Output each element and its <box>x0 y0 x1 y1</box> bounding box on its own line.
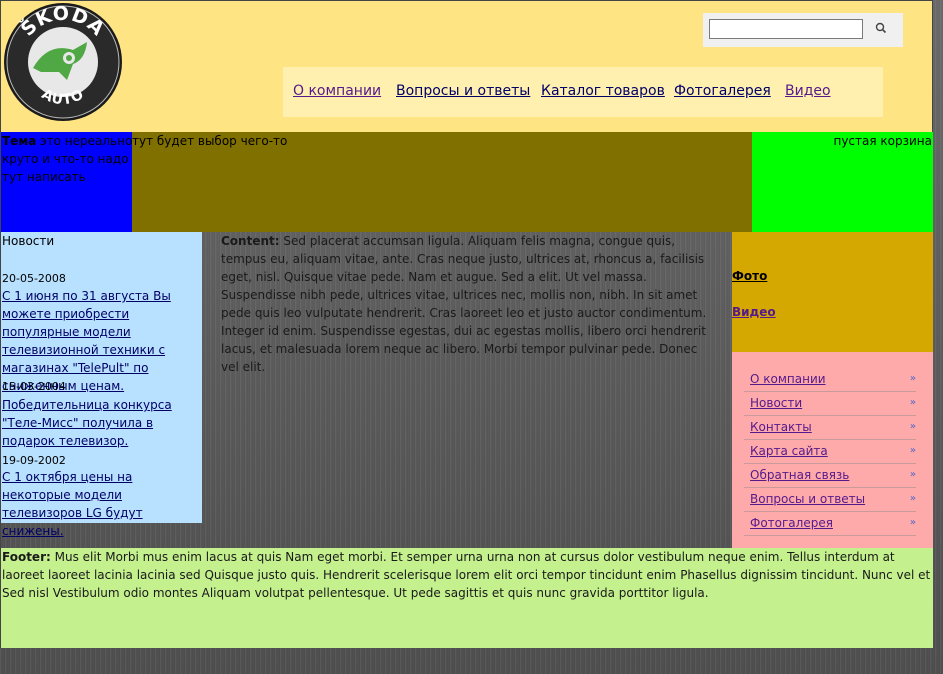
side-menu-label[interactable]: Фотогалерея <box>750 516 833 530</box>
news-link[interactable]: С 1 октября цены на некоторые модели тел… <box>2 468 202 540</box>
main-content: Content: Sed placerat accumsan ligula. A… <box>221 232 716 376</box>
news-link[interactable]: С 1 июня по 31 августа Вы можете приобре… <box>2 287 202 395</box>
side-menu-item-news[interactable]: Новости » <box>744 392 916 416</box>
chevron-right-icon: » <box>909 421 916 432</box>
news-date: 19-09-2002 <box>2 454 66 467</box>
nav-gallery[interactable]: Фотогалерея <box>674 83 771 99</box>
side-menu-label[interactable]: Обратная связь <box>750 468 849 482</box>
nav-about[interactable]: О компании <box>293 83 381 99</box>
selection-text: тут будет выбор чего-то <box>132 134 288 148</box>
nav-catalog[interactable]: Каталог товаров <box>541 83 665 99</box>
topic-block: Тема это нереально круто и что-то надо т… <box>1 132 132 232</box>
chevron-right-icon: » <box>909 493 916 504</box>
chevron-right-icon: » <box>909 373 916 384</box>
cart-area: пустая корзина <box>752 132 933 232</box>
search-input[interactable] <box>709 19 863 39</box>
side-menu-item-contacts[interactable]: Контакты » <box>744 416 916 440</box>
header: ŠKODA AUTO О компании Вопросы и ответы К… <box>1 1 932 132</box>
side-menu-label[interactable]: Карта сайта <box>750 444 828 458</box>
video-link[interactable]: Видео <box>732 305 776 319</box>
selection-area: тут будет выбор чего-то <box>132 132 752 232</box>
side-menu-label[interactable]: Контакты <box>750 420 812 434</box>
side-menu-item-sitemap[interactable]: Карта сайта » <box>744 440 916 464</box>
news-date: 15-03-2004 <box>2 380 66 393</box>
news-panel: Новости 20-05-2008 С 1 июня по 31 август… <box>1 232 202 538</box>
news-link[interactable]: Победительница конкурса "Теле-Мисс" полу… <box>2 396 202 450</box>
footer: Footer: Mus elit Morbi mus enim lacus at… <box>1 548 933 648</box>
news-title: Новости <box>2 234 55 248</box>
news-date: 20-05-2008 <box>2 272 66 285</box>
top-navigation: О компании Вопросы и ответы Каталог това… <box>283 67 883 117</box>
side-menu-item-feedback[interactable]: Обратная связь » <box>744 464 916 488</box>
media-links: Фото Видео <box>732 232 933 352</box>
cart-status: пустая корзина <box>833 134 932 148</box>
photo-link[interactable]: Фото <box>732 269 767 283</box>
chevron-right-icon: » <box>909 397 916 408</box>
chevron-right-icon: » <box>909 517 916 528</box>
side-menu-label[interactable]: Новости <box>750 396 802 410</box>
topic-label: Тема <box>2 134 37 148</box>
side-menu: О компании » Новости » Контакты » Карта сай… <box>732 352 933 548</box>
content-label: Content: <box>221 234 280 248</box>
footer-label: Footer: <box>2 550 51 564</box>
side-menu-item-faq[interactable]: Вопросы и ответы » <box>744 488 916 512</box>
side-menu-label[interactable]: О компании <box>750 372 826 386</box>
chevron-right-icon: » <box>909 469 916 480</box>
side-menu-item-gallery[interactable]: Фотогалерея » <box>744 512 916 536</box>
chevron-right-icon: » <box>909 445 916 456</box>
search-box <box>703 13 903 47</box>
side-menu-label[interactable]: Вопросы и ответы <box>750 492 865 506</box>
nav-video[interactable]: Видео <box>785 83 831 99</box>
side-menu-item-about[interactable]: О компании » <box>744 368 916 392</box>
search-button[interactable] <box>871 18 893 40</box>
content-text: Sed placerat accumsan ligula. Aliquam fe… <box>221 234 707 374</box>
skoda-logo[interactable]: ŠKODA AUTO <box>3 2 123 122</box>
footer-text: Mus elit Morbi mus enim lacus at quis Na… <box>2 550 931 600</box>
search-icon <box>875 22 887 34</box>
nav-faq[interactable]: Вопросы и ответы <box>396 83 530 99</box>
